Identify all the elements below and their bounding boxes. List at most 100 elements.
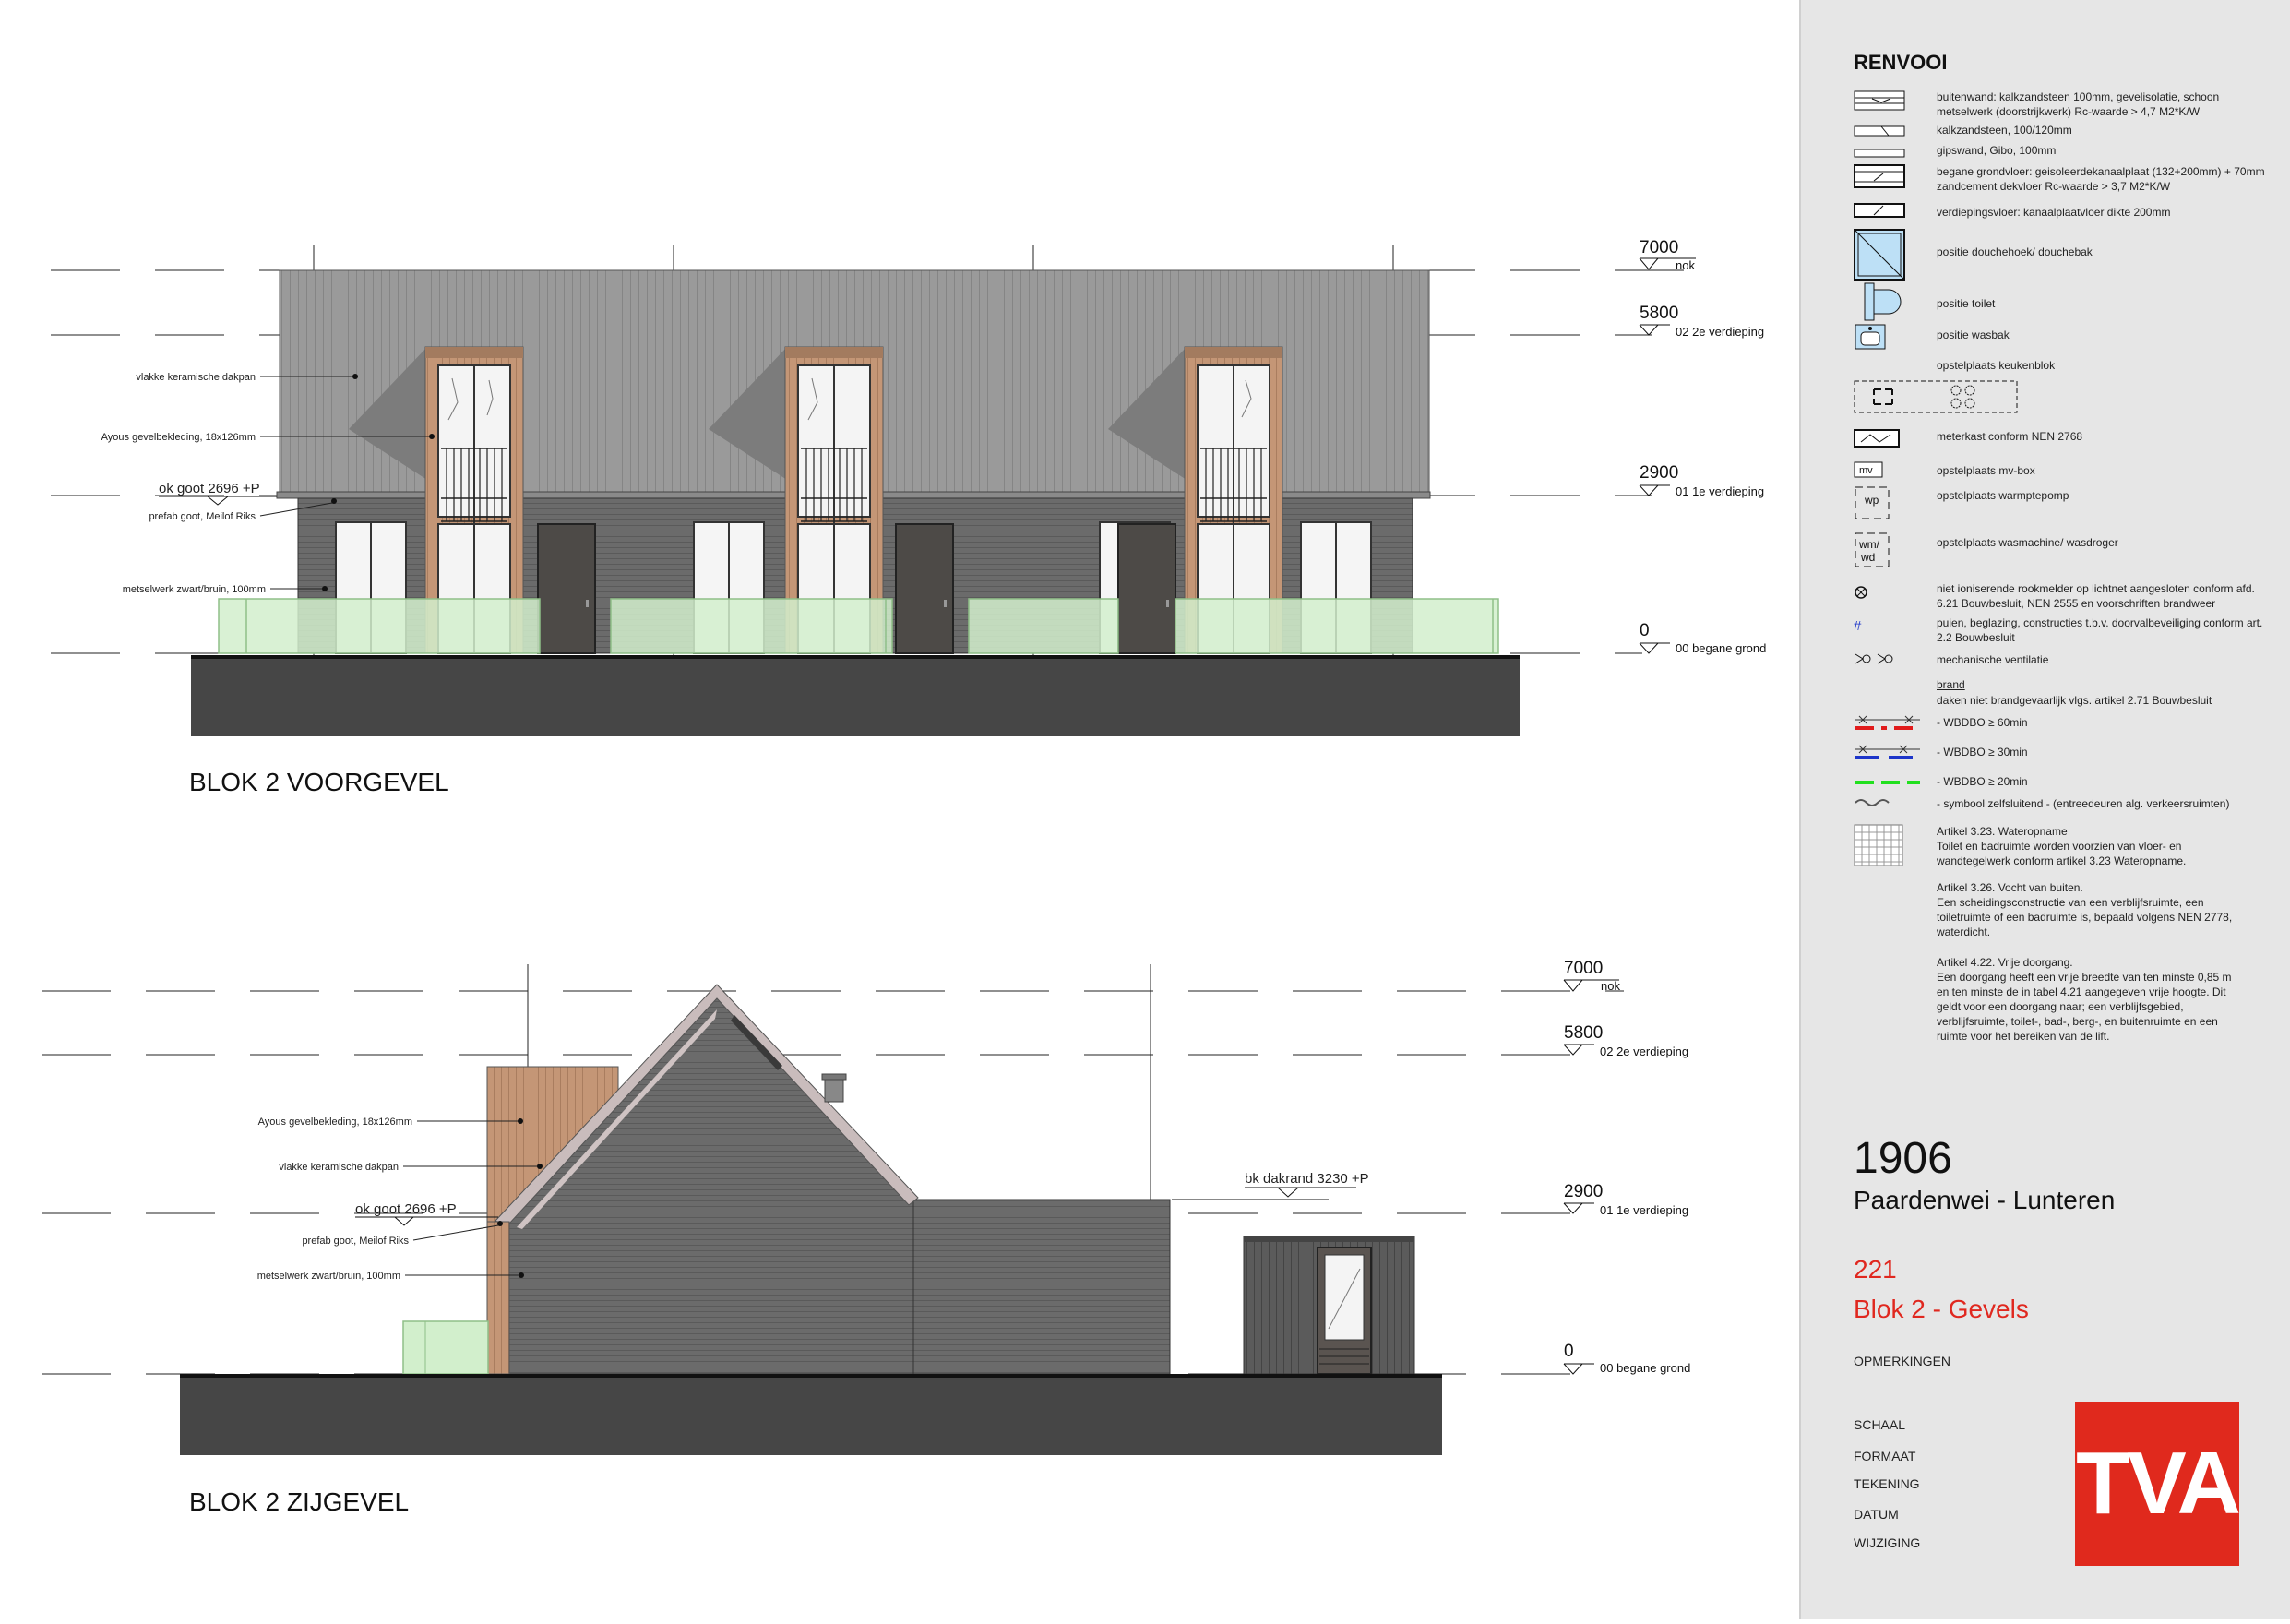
fall-protection-icon: #: [1854, 618, 1862, 634]
article-0-title: Artikel 3.23. Wateropname: [1937, 825, 2068, 838]
article-2-title: Artikel 4.22. Vrije doorgang.: [1937, 956, 2073, 969]
side-level-value-0: 7000: [1564, 959, 1603, 978]
legend-text-15: mechanische ventilatie: [1937, 653, 2049, 666]
legend-text-14: puien, beglazing, constructies t.b.v. do…: [1937, 616, 2263, 644]
brand-heading: brand: [1937, 678, 1965, 691]
legend-text-12: opstelplaats wasmachine/ wasdroger: [1937, 536, 2118, 549]
project-name: Paardenwei - Lunteren: [1854, 1186, 2116, 1214]
legend-text-1: kalkzandsteen, 100/120mm: [1937, 124, 2072, 137]
legend-text-11: opstelplaats warmptepomp: [1937, 489, 2069, 502]
front-label-prefab: prefab goot, Meilof Riks: [149, 511, 256, 522]
smoke-detector-icon: [1854, 585, 1909, 604]
front-hedges: [218, 598, 1499, 654]
article-1-text: Een scheidingsconstructie van een verbli…: [1937, 896, 2233, 938]
legend-text-6: positie toilet: [1937, 297, 1996, 310]
svg-text:mv: mv: [1859, 465, 1873, 476]
legend-text-9: meterkast conform NEN 2768: [1937, 430, 2083, 443]
tile-grid-icon: [1854, 824, 1909, 871]
side-label-dakrand: bk dakrand 3230 +P: [1245, 1171, 1369, 1187]
front-elevation-title: BLOK 2 VOORGEVEL: [189, 768, 449, 796]
front-label-ayous: Ayous gevelbekleding, 18x126mm: [101, 432, 256, 443]
side-gable-wall: [506, 996, 914, 1375]
renvooi-title: RENVOOI: [1854, 51, 1948, 74]
side-elevation-title: BLOK 2 ZIJGEVEL: [189, 1487, 409, 1516]
legend-text-3: begane grondvloer: geisoleerdekanaalplaa…: [1937, 165, 2265, 193]
kitchen-icon: [1854, 380, 2020, 418]
project-number: 1906: [1854, 1134, 1952, 1183]
heat-pump-icon: wp: [1854, 485, 1909, 525]
legend-text-8: opstelplaats keukenblok: [1937, 359, 2056, 372]
side-level-value-1: 5800: [1564, 1023, 1603, 1043]
self-closing-icon: [1854, 795, 1909, 813]
legend-text-4: verdiepingsvloer: kanaalplaatvloer dikte…: [1937, 206, 2171, 219]
front-level-name-2: 01 1e verdieping: [1676, 484, 1764, 498]
wbdbo-20-icon: [1854, 773, 1920, 796]
svg-text:wp: wp: [1864, 494, 1879, 507]
side-ground: [180, 1376, 1442, 1455]
front-label-dakpan: vlakke keramische dakpan: [136, 372, 256, 383]
side-level-name-2: 01 1e verdieping: [1600, 1203, 1688, 1217]
remarks-label: OPMERKINGEN: [1854, 1354, 1951, 1368]
washer-icon: wm/wd: [1854, 531, 1909, 573]
front-level-value-3: 0: [1640, 621, 1650, 640]
article-2: Artikel 4.22. Vrije doorgang. Een doorga…: [1937, 955, 2241, 1044]
article-1: Artikel 3.26. Vocht van buiten. Een sche…: [1937, 880, 2241, 939]
legend-text-13: niet ioniserende rookmelder op lichtnet …: [1937, 582, 2255, 610]
side-level-name-3: 00 begane grond: [1600, 1361, 1690, 1375]
tva-logo-text: TVA: [2076, 1434, 2241, 1533]
wall-insulated-icon: [1854, 90, 1909, 115]
floor-upper-icon: [1854, 203, 1909, 222]
toilet-icon: [1854, 282, 1909, 326]
side-level-name-0: nok: [1601, 979, 1620, 993]
legend-text-0: buitenwand: kalkzandsteen 100mm, gevelis…: [1937, 90, 2220, 118]
legend-text-2: gipswand, Gibo, 100mm: [1937, 144, 2057, 157]
floor-ground-icon: [1854, 164, 1909, 193]
article-0: Artikel 3.23. Wateropname Toilet en badr…: [1937, 824, 2241, 868]
front-level-name-0: nok: [1676, 258, 1695, 272]
wbdbo-60-icon: [1854, 714, 1920, 737]
front-label-metsel: metselwerk zwart/bruin, 100mm: [123, 584, 266, 595]
side-label-okgoot: ok goot 2696 +P: [355, 1201, 457, 1217]
tb-label-revision: WIJZIGING: [1854, 1535, 1921, 1550]
tva-logo: TVA: [2075, 1402, 2241, 1566]
article-0-text: Toilet en badruimte worden voorzien van …: [1937, 840, 2187, 867]
front-level-value-0: 7000: [1640, 238, 1678, 257]
front-ground: [191, 657, 1520, 736]
side-label-ayous: Ayous gevelbekleding, 18x126mm: [258, 1116, 412, 1128]
side-hedge: [402, 1320, 489, 1375]
mv-box-icon: mv: [1854, 461, 1909, 483]
sheet-number: 221: [1854, 1255, 1897, 1284]
legend-panel: RENVOOI buitenwand: kalkzandsteen 100mm,…: [1799, 0, 2290, 1619]
side-level-value-2: 2900: [1564, 1182, 1603, 1201]
wbdbo-30-icon: [1854, 744, 1920, 767]
tb-label-scale: SCHAAL: [1854, 1417, 1906, 1432]
front-level-name-3: 00 begane grond: [1676, 641, 1766, 655]
brand-text-2: - WBDBO ≥ 20min: [1937, 775, 2028, 788]
brand-text-0: - WBDBO ≥ 60min: [1937, 716, 2028, 729]
side-low-volume: [908, 1199, 1171, 1375]
front-level-value-2: 2900: [1640, 463, 1678, 483]
side-elevation: [42, 964, 1624, 1455]
side-label-dakpan: vlakke keramische dakpan: [279, 1162, 399, 1173]
front-level-markers: 7000 nok 5800 02 2e verdieping 2900 01 1…: [1639, 238, 1766, 655]
tb-label-drawing: TEKENING: [1854, 1476, 1920, 1491]
side-level-markers: 7000 nok 5800 02 2e verdieping 2900 01 1…: [1563, 959, 1690, 1375]
article-1-title: Artikel 3.26. Vocht van buiten.: [1937, 881, 2083, 894]
legend-text-10: opstelplaats mv-box: [1937, 464, 2035, 477]
brand-subtext: daken niet brandgevaarlijk vlgs. artikel…: [1937, 694, 2212, 707]
side-label-prefab: prefab goot, Meilof Riks: [302, 1236, 409, 1247]
front-level-name-1: 02 2e verdieping: [1676, 325, 1764, 339]
side-level-name-1: 02 2e verdieping: [1600, 1045, 1688, 1058]
front-label-okgoot: ok goot 2696 +P: [159, 481, 260, 496]
article-2-text: Een doorgang heeft een vrije breedte van…: [1937, 971, 2232, 1043]
tb-label-format: FORMAAT: [1854, 1449, 1916, 1463]
legend-text-5: positie douchehoek/ douchebak: [1937, 245, 2093, 258]
washbasin-icon: [1854, 323, 1909, 355]
brand-text-3: - symbool zelfsluitend - (entreedeuren a…: [1937, 797, 2230, 810]
wall-gips-icon: [1854, 146, 1909, 162]
tb-label-date: DATUM: [1854, 1507, 1899, 1522]
brand-text-1: - WBDBO ≥ 30min: [1937, 746, 2028, 758]
legend-text-7: positie wasbak: [1937, 328, 2010, 341]
front-elevation: [51, 245, 1698, 736]
sheet-name: Blok 2 - Gevels: [1854, 1295, 2029, 1323]
